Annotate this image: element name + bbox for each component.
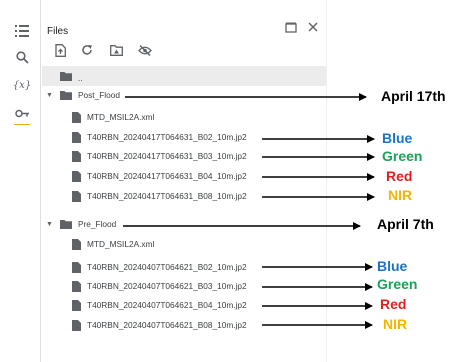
annotation-band-blue: Blue bbox=[377, 258, 408, 274]
caret-down-icon[interactable]: ▼ bbox=[46, 221, 53, 228]
file-icon bbox=[72, 280, 81, 292]
file-item[interactable]: T40RBN_20240417T064631_B03_10m.jp2 bbox=[72, 147, 247, 165]
activity-rail: {x} bbox=[0, 0, 40, 362]
table-of-contents-icon[interactable] bbox=[13, 22, 31, 40]
file-icon bbox=[72, 190, 81, 202]
refresh-icon[interactable] bbox=[79, 42, 95, 58]
folder-label: Pre_Flood bbox=[78, 219, 117, 229]
annotation-band-nir: NIR bbox=[388, 187, 413, 203]
file-item[interactable]: T40RBN_20240407T064621_B02_10m.jp2 bbox=[72, 258, 247, 276]
annotation-post-date: April 17th bbox=[381, 88, 446, 104]
annotation-band-green: Green bbox=[382, 148, 423, 164]
file-label: T40RBN_20240417T064631_B04_10m.jp2 bbox=[87, 171, 247, 181]
folder-pre-flood[interactable]: Pre_Flood bbox=[60, 215, 116, 233]
file-label: T40RBN_20240407T064621_B02_10m.jp2 bbox=[87, 262, 247, 272]
folder-icon bbox=[60, 220, 72, 229]
active-indicator bbox=[14, 124, 30, 125]
file-icon bbox=[72, 299, 81, 311]
annotation-band-green: Green bbox=[377, 276, 418, 292]
file-label: T40RBN_20240417T064631_B02_10m.jp2 bbox=[87, 132, 247, 142]
annotation-band-red: Red bbox=[386, 168, 413, 184]
file-label: T40RBN_20240407T064621_B04_10m.jp2 bbox=[87, 300, 247, 310]
file-icon bbox=[72, 261, 81, 273]
parent-directory[interactable]: .. bbox=[60, 67, 83, 85]
mount-drive-icon[interactable] bbox=[108, 42, 124, 58]
file-item[interactable]: T40RBN_20240407T064621_B04_10m.jp2 bbox=[72, 296, 247, 314]
file-item[interactable]: T40RBN_20240417T064631_B02_10m.jp2 bbox=[72, 128, 247, 146]
parent-directory-row[interactable] bbox=[42, 66, 326, 86]
file-item[interactable]: T40RBN_20240407T064621_B08_10m.jp2 bbox=[72, 316, 247, 334]
annotation-band-red: Red bbox=[380, 296, 407, 312]
search-icon[interactable] bbox=[13, 48, 31, 66]
file-label: T40RBN_20240417T064631_B08_10m.jp2 bbox=[87, 191, 247, 201]
file-item[interactable]: MTD_MSIL2A.xml bbox=[72, 235, 154, 253]
file-item[interactable]: T40RBN_20240407T064621_B03_10m.jp2 bbox=[72, 277, 247, 295]
panel-title: Files bbox=[47, 26, 69, 37]
file-item[interactable]: T40RBN_20240417T064631_B08_10m.jp2 bbox=[72, 187, 247, 205]
file-icon bbox=[72, 170, 81, 182]
file-item[interactable]: MTD_MSIL2A.xml bbox=[72, 108, 154, 126]
file-icon bbox=[72, 150, 81, 162]
parent-label: .. bbox=[78, 73, 83, 83]
folder-icon bbox=[60, 91, 72, 100]
file-label: T40RBN_20240407T064621_B08_10m.jp2 bbox=[87, 320, 247, 330]
file-icon bbox=[72, 111, 81, 123]
file-icon bbox=[72, 131, 81, 143]
annotation-band-nir: NIR bbox=[383, 316, 408, 332]
close-icon[interactable] bbox=[306, 20, 320, 34]
folder-post-flood[interactable]: Post_Flood bbox=[60, 86, 120, 104]
file-label: T40RBN_20240417T064631_B03_10m.jp2 bbox=[87, 151, 247, 161]
panel-border bbox=[326, 0, 327, 362]
upload-file-icon[interactable] bbox=[52, 42, 68, 58]
file-label: MTD_MSIL2A.xml bbox=[87, 112, 155, 122]
caret-down-icon[interactable]: ▼ bbox=[46, 92, 53, 99]
folder-label: Post_Flood bbox=[78, 90, 120, 100]
annotation-pre-date: April 7th bbox=[377, 216, 434, 232]
file-item[interactable]: T40RBN_20240417T064631_B04_10m.jp2 bbox=[72, 167, 247, 185]
open-in-tab-icon[interactable] bbox=[284, 20, 298, 34]
hide-files-icon[interactable] bbox=[137, 42, 153, 58]
file-icon bbox=[72, 238, 81, 250]
secrets-key-icon[interactable] bbox=[13, 104, 31, 122]
file-label: MTD_MSIL2A.xml bbox=[87, 239, 155, 249]
variables-icon[interactable]: {x} bbox=[13, 76, 31, 94]
annotation-band-blue: Blue bbox=[382, 130, 413, 146]
file-icon bbox=[72, 319, 81, 331]
file-label: T40RBN_20240407T064621_B03_10m.jp2 bbox=[87, 281, 247, 291]
folder-icon bbox=[60, 72, 72, 81]
